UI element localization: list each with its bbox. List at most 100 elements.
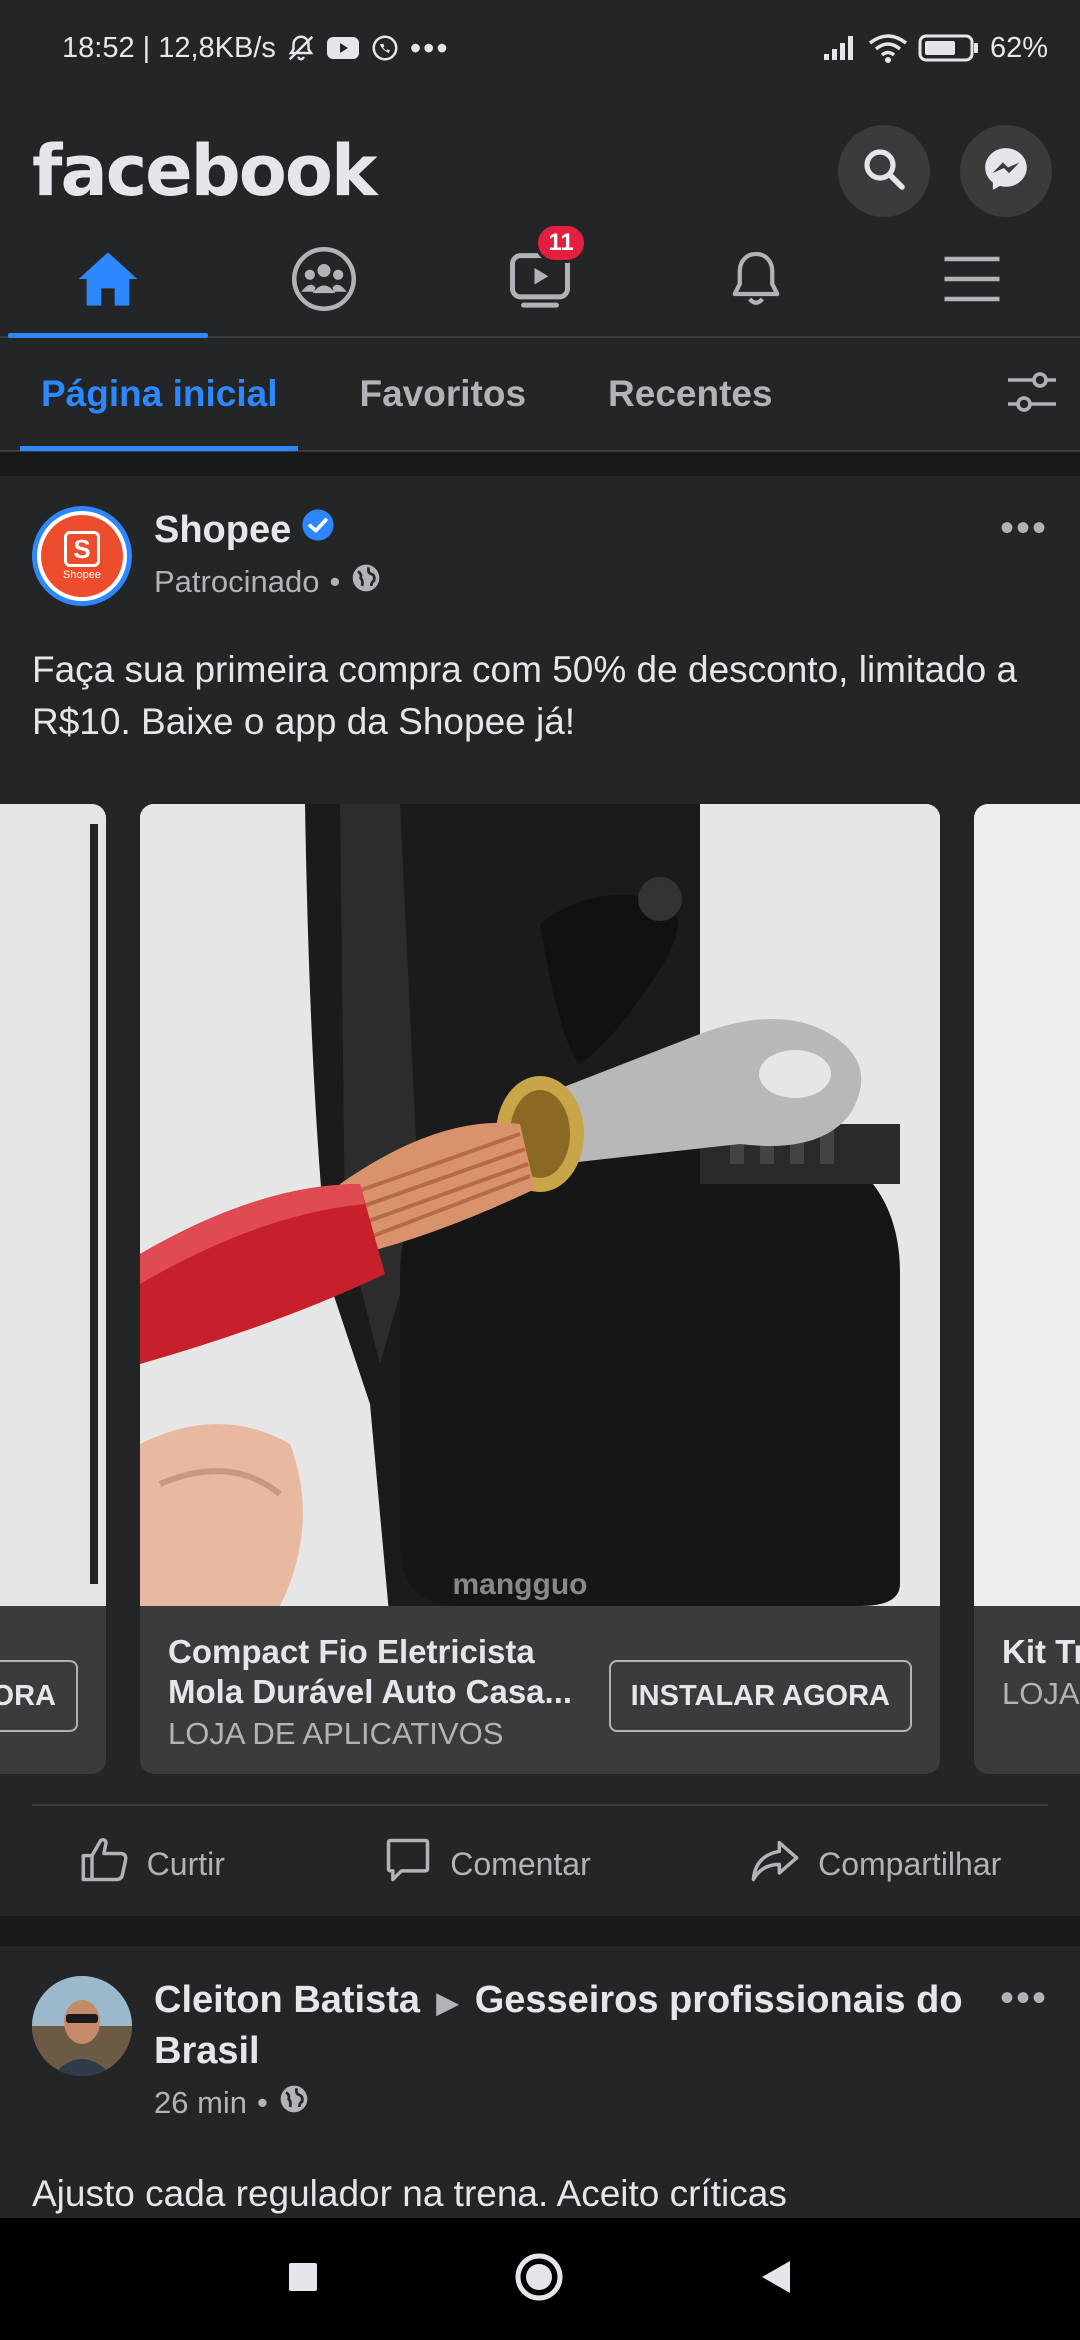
dot-separator: •: [329, 564, 341, 599]
avatar-photo: [32, 1976, 132, 2076]
status-right: 62%: [822, 32, 1048, 65]
card-footer: Compact Fio Eletricista Mola Durável Aut…: [140, 1606, 940, 1774]
post-cleiton: Cleiton Batista ▶ Gesseiros profissionai…: [0, 1946, 1080, 2226]
signal-icon: [822, 34, 858, 62]
square-icon: [288, 2262, 318, 2296]
app-header: facebook: [0, 96, 1080, 246]
back-button[interactable]: [760, 2259, 792, 2300]
card-title: Kit Tr +bon: [1002, 1633, 1080, 1670]
messenger-button[interactable]: [960, 125, 1052, 217]
post-shopee: S Shopee Shopee Patrocinado • ••• Faça s…: [0, 476, 1080, 1916]
watch-icon: [507, 252, 573, 315]
post-author-row: Cleiton Batista ▶ Gesseiros profissionai…: [154, 1976, 1048, 2075]
more-notifications-icon: •••: [409, 29, 450, 66]
card-footer: Kit Tr +bon LOJA: [974, 1606, 1080, 1774]
avatar[interactable]: S Shopee: [32, 506, 132, 606]
carousel-card-center[interactable]: mangguo Compact Fio Eletricista Mola Dur…: [140, 804, 940, 1774]
search-button[interactable]: [838, 125, 930, 217]
post-meta: Cleiton Batista ▶ Gesseiros profissionai…: [154, 1976, 1048, 2123]
watch-badge: 11: [535, 222, 587, 263]
more-icon: •••: [999, 506, 1048, 550]
shopee-bag-icon: S: [64, 531, 100, 567]
home-icon: [76, 249, 140, 314]
status-left: 18:52 | 12,8KB/s •••: [62, 30, 450, 67]
avatar[interactable]: [32, 1976, 132, 2076]
battery-level: 62%: [989, 31, 1048, 64]
mute-icon: [286, 33, 316, 63]
actions-divider: [32, 1804, 1048, 1806]
thumbs-up-icon: [79, 1834, 131, 1894]
header-actions: [838, 125, 1052, 217]
carousel-card-right[interactable]: Kit Tr +bon LOJA: [974, 804, 1080, 1774]
share-icon: [748, 1834, 802, 1894]
comment-icon: [382, 1834, 434, 1894]
messenger-icon: [981, 144, 1031, 199]
comment-button[interactable]: Comentar: [382, 1834, 591, 1894]
system-nav-bar: [0, 2218, 1080, 2340]
share-label: Compartilhar: [818, 1845, 1002, 1882]
post-text: Ajusto cada regulador na trena. Aceito c…: [32, 2173, 787, 2214]
youtube-icon: [326, 35, 360, 61]
image-watermark: mangguo: [453, 1568, 588, 1601]
back-triangle-icon: [760, 2260, 792, 2299]
filter-favorites[interactable]: Favoritos: [338, 337, 547, 451]
tab-groups[interactable]: [216, 226, 432, 336]
post-author[interactable]: Cleiton Batista: [154, 1979, 420, 2021]
status-bar: 18:52 | 12,8KB/s ••• 62%: [0, 0, 1080, 96]
bell-icon: [726, 247, 786, 316]
watch-wrap: 11: [507, 222, 587, 316]
status-time-speed: 18:52 | 12,8KB/s: [62, 31, 276, 64]
install-button[interactable]: ORA: [0, 1660, 78, 1732]
facebook-logo: facebook: [32, 130, 378, 212]
search-icon: [860, 145, 908, 198]
wifi-icon: [868, 33, 908, 63]
install-button[interactable]: INSTALAR AGORA: [608, 1660, 912, 1732]
product-carousel[interactable]: ORA mangguo Compact Fio Eletricista Mola…: [0, 804, 1080, 1774]
tab-menu[interactable]: [864, 226, 1080, 336]
share-button[interactable]: Compartilhar: [748, 1834, 1001, 1894]
circle-icon: [514, 2253, 564, 2306]
post-text: Faça sua primeira compra com 50% de desc…: [32, 649, 1018, 742]
shopee-logo-label: Shopee: [63, 569, 101, 581]
shopee-logo: S Shopee: [41, 515, 123, 597]
product-image-illustration: mangguo: [140, 804, 940, 1624]
post-author-row: Shopee: [154, 506, 1048, 554]
post-options-button[interactable]: •••: [1000, 506, 1048, 551]
battery-icon: [918, 33, 980, 63]
like-button[interactable]: Curtir: [79, 1834, 225, 1894]
verified-icon: [301, 506, 335, 554]
post-meta: Shopee Patrocinado •: [154, 506, 1048, 606]
filter-recent[interactable]: Recentes: [587, 337, 794, 451]
menu-icon: [942, 254, 1002, 309]
arrow-right-icon: ▶: [436, 1987, 459, 2018]
groups-icon: [290, 245, 358, 318]
post-sub: 26 min •: [154, 2083, 1048, 2123]
post-header: S Shopee Shopee Patrocinado • •••: [32, 506, 1048, 606]
home-system-button[interactable]: [514, 2252, 564, 2307]
feed-settings-button[interactable]: [1004, 368, 1060, 421]
globe-icon: [278, 2083, 310, 2123]
tab-notifications[interactable]: [648, 226, 864, 336]
post-header: Cleiton Batista ▶ Gesseiros profissionai…: [32, 1976, 1048, 2123]
product-image: [974, 804, 1080, 1606]
recents-button[interactable]: [288, 2262, 318, 2297]
filter-home[interactable]: Página inicial: [20, 337, 299, 451]
whatsapp-icon: [370, 33, 400, 63]
post-author[interactable]: Shopee: [154, 506, 291, 554]
globe-icon: [350, 562, 382, 602]
feed-filter: Página inicial Favoritos Recentes: [0, 338, 1080, 452]
like-label: Curtir: [146, 1845, 225, 1882]
tab-home[interactable]: [0, 226, 216, 338]
carousel-card-left[interactable]: ORA: [0, 804, 106, 1774]
more-icon: •••: [999, 1976, 1048, 2020]
tab-watch[interactable]: 11: [432, 222, 648, 336]
post-time: 26 min: [154, 2085, 248, 2120]
card-title: Compact Fio Eletricista Mola Durável Aut…: [168, 1633, 573, 1710]
nav-tabs: 11: [0, 222, 1080, 338]
product-image-shape: [90, 824, 98, 1584]
product-image: mangguo: [140, 804, 940, 1624]
post-options-button[interactable]: •••: [1000, 1976, 1048, 2021]
card-footer: ORA: [0, 1606, 106, 1774]
dot-separator: •: [257, 2085, 268, 2120]
product-image: [0, 804, 106, 1606]
